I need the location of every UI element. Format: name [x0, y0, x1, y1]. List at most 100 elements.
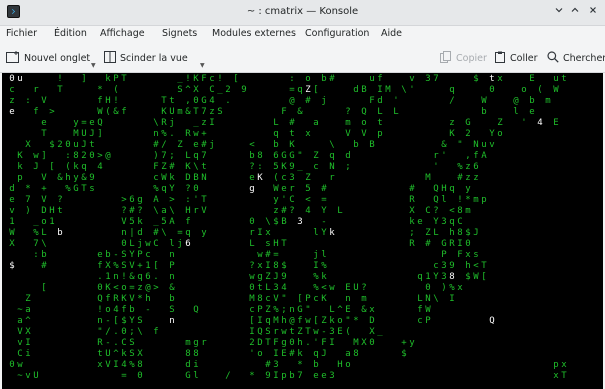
matrix-char: * — [249, 371, 255, 381]
matrix-char: P — [305, 294, 311, 304]
matrix-char: q — [449, 184, 455, 194]
matrix-char: b — [129, 305, 135, 315]
matrix-char: \ — [153, 118, 159, 128]
new-tab-dropdown-arrow[interactable]: ▼ — [91, 62, 96, 69]
matrix-char: t — [289, 129, 295, 139]
matrix-char: Z — [305, 85, 311, 95]
matrix-char: # — [129, 206, 135, 216]
matrix-char: k — [169, 173, 175, 183]
matrix-char: = — [289, 85, 295, 95]
matrix-row: k J[(k q 4 F Z # K \ t?:5 K 9 _ c N; '% z 6 — [2, 162, 603, 173]
matrix-row: e 7 V? >6 g A >: ' Ty ' C < = R Ql! * m p — [2, 195, 603, 206]
matrix-char: Q — [489, 316, 495, 326]
find-button[interactable]: Chercher — [547, 51, 605, 66]
matrix-char: 9 — [289, 162, 295, 172]
matrix-char: w — [329, 283, 335, 293]
matrix-char: b — [105, 250, 111, 260]
matrix-char: x — [497, 74, 503, 84]
split-view-dropdown-arrow[interactable]: ▼ — [200, 62, 205, 69]
matrix-char: @ — [513, 96, 519, 106]
matrix-char: : — [25, 96, 31, 106]
matrix-char: X — [409, 206, 415, 216]
matrix-char: t — [289, 327, 295, 337]
matrix-char: 8 — [353, 349, 359, 359]
menu-fichier[interactable]: Fichier — [6, 28, 37, 39]
matrix-char: # — [41, 261, 47, 271]
matrix-char: t — [169, 96, 175, 106]
matrix-char: # — [289, 118, 295, 128]
matrix-char: K — [121, 294, 127, 304]
menu-affichage[interactable]: Affichage — [100, 28, 145, 39]
matrix-char: k — [297, 349, 303, 359]
matrix-row: 1 _ o 1 V 5 k _ 5 Af 0 \ $ B 3- k e Y 3 q C — [2, 217, 603, 228]
konsole-window: ~ : cmatrix — Konsole Fichier Édition Af… — [0, 0, 605, 389]
matrix-char: w — [33, 151, 39, 161]
matrix-char: 7 — [161, 151, 167, 161]
matrix-char: ~ — [17, 371, 23, 381]
matrix-char: f — [33, 107, 39, 117]
matrix-char: % — [65, 184, 71, 194]
matrix-char: : — [185, 195, 191, 205]
close-button[interactable] — [586, 5, 600, 19]
matrix-char: U — [169, 107, 175, 117]
maximize-button[interactable] — [568, 5, 582, 19]
menu-configuration[interactable]: Configuration — [305, 28, 369, 39]
matrix-char: I — [377, 85, 383, 95]
matrix-char: 2 — [249, 338, 255, 348]
matrix-char: K — [161, 107, 167, 117]
matrix-char: 9 — [281, 272, 287, 282]
title-bar[interactable]: ~ : cmatrix — Konsole — [0, 0, 605, 26]
matrix-char: S — [169, 305, 175, 315]
matrix-char: V — [129, 261, 135, 271]
matrix-char: ' — [521, 118, 527, 128]
matrix-char: h — [449, 228, 455, 238]
matrix-char: r — [193, 206, 199, 216]
matrix-char: 6 — [473, 162, 479, 172]
matrix-char: Q — [97, 294, 103, 304]
matrix-char: e — [9, 107, 15, 117]
matrix-char: # — [321, 184, 327, 194]
matrix-row: e f > W(& f K Um & T 7 z S F &? Q L Lb l e — [2, 107, 603, 118]
matrix-char: % — [153, 184, 159, 194]
matrix-char: q — [449, 217, 455, 227]
matrix-char: L — [185, 151, 191, 161]
paste-button[interactable]: Coller — [494, 51, 537, 66]
matrix-char: U — [105, 349, 111, 359]
matrix-char: 2 — [225, 85, 231, 95]
matrix-char: - — [145, 305, 151, 315]
menu-modules-externes[interactable]: Modules externes — [212, 28, 296, 39]
matrix-char: S — [129, 349, 135, 359]
terminal-view[interactable]: 0 u!] k P T _! K Fc![: o b # u f v 3 7 $ t x Eu t c r T *(S ^ X C _ 2… — [2, 73, 603, 389]
matrix-char: p — [17, 173, 23, 183]
menu-signets[interactable]: Signets — [162, 28, 197, 39]
split-view-button[interactable]: Scinder la vue — [104, 51, 188, 66]
matrix-char: c — [153, 173, 159, 183]
matrix-char: c — [145, 250, 151, 260]
matrix-char: b — [321, 74, 327, 84]
matrix-char: ( — [105, 107, 111, 117]
matrix-char: / — [161, 140, 167, 150]
matrix-char: # — [281, 206, 287, 216]
matrix-char: + — [401, 338, 407, 348]
matrix-char: Q — [193, 305, 199, 315]
new-tab-button[interactable]: Nouvel onglet — [6, 51, 90, 66]
matrix-char: 0 — [465, 239, 471, 249]
matrix-char: r — [201, 338, 207, 348]
matrix-char: z — [473, 173, 479, 183]
matrix-char: Z — [313, 151, 319, 161]
matrix-char: b — [289, 371, 295, 381]
matrix-char: D — [185, 173, 191, 183]
matrix-char: c — [265, 294, 271, 304]
matrix-char: Z — [297, 327, 303, 337]
minimize-button[interactable] — [552, 5, 566, 19]
copy-button[interactable]: Copier — [440, 51, 487, 66]
matrix-char: c — [313, 294, 319, 304]
menu-edition[interactable]: Édition — [54, 28, 87, 39]
menu-aide[interactable]: Aide — [381, 28, 402, 39]
matrix-char: ? — [185, 184, 191, 194]
matrix-char: h — [297, 338, 303, 348]
matrix-char: y — [73, 173, 79, 183]
matrix-char: # — [305, 96, 311, 106]
matrix-char: A — [481, 151, 487, 161]
matrix-char: * — [297, 360, 303, 370]
